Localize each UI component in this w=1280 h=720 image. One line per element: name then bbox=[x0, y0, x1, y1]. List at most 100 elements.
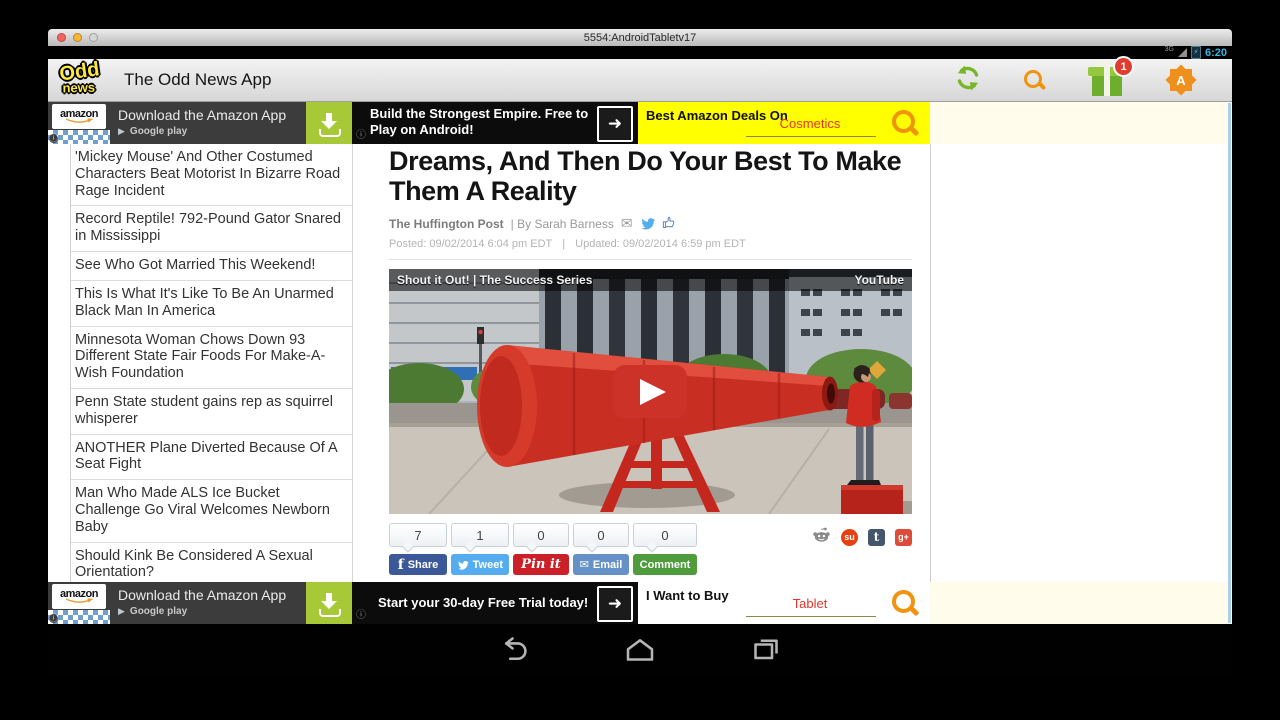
header-actions: 1 A bbox=[954, 62, 1220, 98]
email-author-icon[interactable]: ✉ bbox=[621, 215, 633, 232]
tweet-count: 1 bbox=[451, 523, 509, 547]
right-filler-bottom bbox=[930, 582, 1232, 624]
a-badge-letter: A bbox=[1166, 65, 1196, 95]
headline-item[interactable]: Should Kink Be Considered A Sexual Orien… bbox=[71, 543, 352, 582]
desktop: { "emulator": {"window_title": "5554:And… bbox=[0, 0, 1280, 720]
emulator-window: 5554:AndroidTabletv17 3G ⚡ 6:20 Odd news… bbox=[48, 29, 1232, 675]
headline-item[interactable]: Man Who Made ALS Ice Bucket Challenge Go… bbox=[71, 480, 352, 542]
app-header: Odd news The Odd News App bbox=[48, 59, 1232, 102]
reddit-icon[interactable] bbox=[812, 527, 831, 547]
ad-info-icon[interactable]: ⓘ bbox=[49, 614, 58, 623]
odd-news-logo: Odd news bbox=[59, 59, 114, 101]
zoom-window-button[interactable] bbox=[89, 33, 98, 42]
close-window-button[interactable] bbox=[57, 33, 66, 42]
gift-offers-icon[interactable]: 1 bbox=[1088, 62, 1126, 98]
video-thumbnail bbox=[389, 269, 912, 514]
comment-button[interactable]: Comment bbox=[633, 554, 697, 575]
game-ad-top[interactable]: Build the Strongest Empire. Free to Play… bbox=[352, 102, 638, 144]
deals-search-icon[interactable] bbox=[890, 108, 920, 138]
tweet-button[interactable]: Tweet bbox=[451, 554, 509, 575]
main-content: 'Mickey Mouse' And Other Costumed Charac… bbox=[48, 144, 1232, 582]
email-button[interactable]: ✉ Email bbox=[573, 554, 629, 575]
amazon-ad-headline: Download the Amazon App bbox=[118, 587, 306, 603]
email-group: 0 ✉ Email bbox=[573, 523, 629, 575]
ad-info-icon[interactable]: ⓘ bbox=[356, 126, 366, 141]
app-title: The Odd News App bbox=[124, 70, 271, 90]
ad-arrow-button[interactable]: ➜ bbox=[597, 106, 633, 142]
field-underline bbox=[746, 616, 876, 617]
scrollbar[interactable] bbox=[1228, 103, 1231, 623]
date-separator: | bbox=[562, 238, 565, 250]
amazon-app-ad-bottom[interactable]: amazon ⓘ Download the Amazon App ▶ Googl… bbox=[48, 582, 352, 624]
facebook-icon: f bbox=[398, 557, 404, 573]
ad-info-icon[interactable]: ⓘ bbox=[356, 606, 366, 621]
headline-item[interactable]: ANOTHER Plane Diverted Because Of A Seat… bbox=[71, 435, 352, 481]
headline-item[interactable]: Record Reptile! 792-Pound Gator Snared i… bbox=[71, 206, 352, 252]
headline-item[interactable]: See Who Got Married This Weekend! bbox=[71, 252, 352, 281]
buy-search-icon[interactable] bbox=[890, 588, 920, 618]
bottom-ad-row: amazon ⓘ Download the Amazon App ▶ Googl… bbox=[48, 582, 1232, 624]
article-source[interactable]: The Huffington Post bbox=[389, 217, 504, 231]
twitter-icon[interactable] bbox=[640, 217, 655, 230]
trial-ad-bottom[interactable]: ⓘ Start your 30-day Free Trial today! ➜ bbox=[352, 582, 638, 624]
search-icon[interactable] bbox=[1022, 67, 1048, 93]
download-button[interactable] bbox=[306, 582, 352, 624]
google-play-label: Google play bbox=[130, 606, 187, 617]
download-button[interactable] bbox=[306, 102, 352, 144]
amazon-smile-icon bbox=[64, 118, 94, 124]
window-titlebar[interactable]: 5554:AndroidTabletv17 bbox=[48, 29, 1232, 46]
article-byline: The Huffington Post | By Sarah Barness ✉ bbox=[389, 215, 912, 232]
amazon-logo: amazon bbox=[52, 104, 106, 129]
googleplus-icon[interactable]: g+ bbox=[895, 529, 912, 546]
right-panel bbox=[930, 144, 1232, 582]
gift-ribbon bbox=[1104, 67, 1110, 96]
window-controls bbox=[57, 33, 98, 42]
headline-item[interactable]: This Is What It's Like To Be An Unarmed … bbox=[71, 281, 352, 327]
tumblr-icon[interactable]: t bbox=[868, 529, 885, 546]
android-status-bar: 3G ⚡ 6:20 bbox=[48, 46, 1232, 59]
email-count: 0 bbox=[573, 523, 629, 547]
deals-category-field[interactable]: Cosmetics bbox=[750, 116, 870, 131]
stumbleupon-icon[interactable]: su bbox=[841, 529, 858, 546]
amazon-ad-text-block: Download the Amazon App ▶ Google play bbox=[110, 102, 306, 144]
want-to-buy-label: I Want to Buy bbox=[646, 588, 729, 603]
envelope-icon: ✉ bbox=[580, 558, 589, 571]
tweet-group: 1 Tweet bbox=[451, 523, 509, 575]
google-play-icon: ▶ bbox=[118, 126, 125, 137]
ad-arrow-button[interactable]: ➜ bbox=[597, 586, 633, 622]
back-button[interactable] bbox=[494, 634, 534, 664]
buy-category-field[interactable]: Tablet bbox=[750, 596, 870, 611]
headline-item[interactable]: Minnesota Woman Chows Down 93 Different … bbox=[71, 327, 352, 389]
email-label: Email bbox=[593, 559, 622, 571]
pin-it-button[interactable]: Pin it bbox=[513, 554, 569, 575]
android-nav-bar bbox=[48, 624, 1232, 674]
google-play-row: ▶ Google play bbox=[118, 606, 306, 617]
network-type-label: 3G bbox=[1165, 46, 1174, 53]
appbrain-icon[interactable]: A bbox=[1166, 65, 1196, 95]
ad-info-icon[interactable]: ⓘ bbox=[49, 134, 58, 143]
home-button[interactable] bbox=[620, 634, 660, 664]
amazon-app-ad-top[interactable]: amazon ⓘ Download the Amazon App ▶ Googl… bbox=[48, 102, 352, 144]
pin-count: 0 bbox=[513, 523, 569, 547]
like-icon[interactable] bbox=[662, 216, 676, 232]
trial-ad-text: Start your 30-day Free Trial today! bbox=[352, 595, 634, 611]
recent-apps-button[interactable] bbox=[746, 634, 786, 664]
headlines-sidebar: 'Mickey Mouse' And Other Costumed Charac… bbox=[48, 144, 352, 582]
headline-item[interactable]: Penn State student gains rep as squirrel… bbox=[71, 389, 352, 435]
share-count: 7 bbox=[389, 523, 447, 547]
want-to-buy-ad[interactable]: I Want to Buy Tablet bbox=[638, 582, 930, 624]
youtube-label[interactable]: YouTube bbox=[854, 273, 904, 287]
comment-count: 0 bbox=[633, 523, 697, 547]
twitter-bird-icon bbox=[457, 560, 469, 570]
facebook-share-button[interactable]: f Share bbox=[389, 554, 447, 575]
refresh-icon[interactable] bbox=[954, 64, 982, 97]
headline-item[interactable]: 'Mickey Mouse' And Other Costumed Charac… bbox=[71, 144, 352, 206]
minimize-window-button[interactable] bbox=[73, 33, 82, 42]
facebook-share-group: 7 f Share bbox=[389, 523, 447, 575]
youtube-video-player[interactable]: Shout it Out! | The Success Series YouTu… bbox=[389, 269, 912, 514]
amazon-deals-ad[interactable]: Best Amazon Deals On Cosmetics bbox=[638, 102, 930, 144]
facebook-share-label: Share bbox=[408, 559, 439, 571]
download-arrow-icon bbox=[319, 113, 339, 133]
share-toolbar: 7 f Share 1 Tweet 0 Pin it bbox=[389, 523, 912, 575]
headline-list: 'Mickey Mouse' And Other Costumed Charac… bbox=[70, 144, 352, 582]
